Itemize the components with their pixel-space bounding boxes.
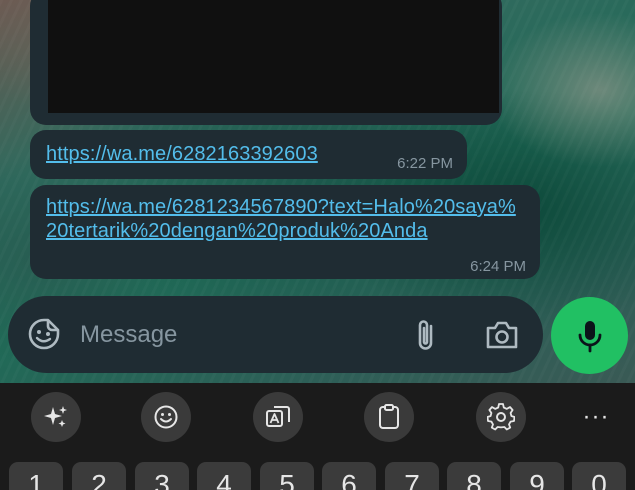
more-icon[interactable]: ··· xyxy=(571,392,621,442)
message-link[interactable]: https://wa.me/6282163392603 xyxy=(46,142,318,166)
translate-icon[interactable] xyxy=(253,392,303,442)
key-1[interactable]: 1 xyxy=(9,462,63,490)
microphone-icon xyxy=(578,320,601,352)
message-bubble: https://wa.me/6282163392603 6:22 PM xyxy=(30,130,467,179)
key-4[interactable]: 4 xyxy=(197,462,251,490)
key-6[interactable]: 6 xyxy=(322,462,376,490)
media-message-bubble[interactable] xyxy=(30,0,502,125)
paperclip-icon[interactable] xyxy=(410,316,442,354)
message-timestamp: 6:22 PM xyxy=(397,155,453,172)
more-label: ··· xyxy=(582,403,610,430)
message-input[interactable]: Message xyxy=(80,321,177,349)
key-9[interactable]: 9 xyxy=(510,462,564,490)
emoji-icon[interactable] xyxy=(141,392,191,442)
ai-sparkle-icon[interactable] xyxy=(31,392,81,442)
key-7[interactable]: 7 xyxy=(385,462,439,490)
key-5[interactable]: 5 xyxy=(260,462,314,490)
camera-icon[interactable] xyxy=(484,318,520,352)
media-thumbnail[interactable] xyxy=(48,0,499,113)
message-timestamp: 6:24 PM xyxy=(470,258,526,275)
keyboard-number-row: 1 2 3 4 5 6 7 8 9 0 xyxy=(0,450,635,490)
message-composer: Message xyxy=(8,296,543,373)
message-bubble: https://wa.me/6281234567890?text=Halo%20… xyxy=(30,185,540,279)
key-0[interactable]: 0 xyxy=(572,462,626,490)
sticker-icon[interactable] xyxy=(26,316,62,352)
message-link[interactable]: https://wa.me/6281234567890?text=Halo%20… xyxy=(46,195,526,243)
keyboard-toolbar: ··· xyxy=(0,383,635,450)
key-3[interactable]: 3 xyxy=(135,462,189,490)
key-8[interactable]: 8 xyxy=(447,462,501,490)
settings-gear-icon[interactable] xyxy=(476,392,526,442)
microphone-button[interactable] xyxy=(551,297,628,374)
key-2[interactable]: 2 xyxy=(72,462,126,490)
clipboard-icon[interactable] xyxy=(364,392,414,442)
